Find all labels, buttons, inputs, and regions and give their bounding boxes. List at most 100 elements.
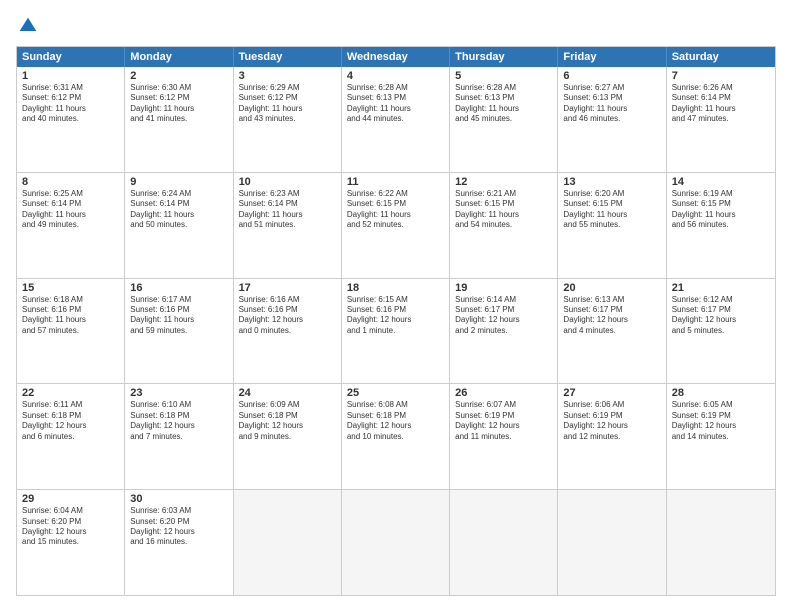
cell-line-3: and 16 minutes. <box>130 537 227 547</box>
cell-line-0: Sunrise: 6:19 AM <box>672 189 770 199</box>
cell-line-3: and 5 minutes. <box>672 326 770 336</box>
cell-line-3: and 44 minutes. <box>347 114 444 124</box>
cell-line-1: Sunset: 6:13 PM <box>563 93 660 103</box>
weekday-header-wednesday: Wednesday <box>342 47 450 67</box>
calendar-empty-cell <box>558 490 666 595</box>
cell-line-3: and 6 minutes. <box>22 432 119 442</box>
day-number: 10 <box>239 176 336 188</box>
cell-line-1: Sunset: 6:19 PM <box>455 411 552 421</box>
cell-line-1: Sunset: 6:18 PM <box>239 411 336 421</box>
day-number: 19 <box>455 282 552 294</box>
cell-line-1: Sunset: 6:18 PM <box>22 411 119 421</box>
cell-line-1: Sunset: 6:18 PM <box>347 411 444 421</box>
cell-line-1: Sunset: 6:13 PM <box>455 93 552 103</box>
cell-line-3: and 2 minutes. <box>455 326 552 336</box>
cell-line-0: Sunrise: 6:16 AM <box>239 295 336 305</box>
cell-line-0: Sunrise: 6:04 AM <box>22 506 119 516</box>
cell-line-2: Daylight: 11 hours <box>22 104 119 114</box>
cell-line-3: and 7 minutes. <box>130 432 227 442</box>
cell-line-1: Sunset: 6:15 PM <box>347 199 444 209</box>
cell-line-1: Sunset: 6:18 PM <box>130 411 227 421</box>
calendar-empty-cell <box>342 490 450 595</box>
calendar-day-9: 9Sunrise: 6:24 AMSunset: 6:14 PMDaylight… <box>125 173 233 278</box>
day-number: 22 <box>22 387 119 399</box>
cell-line-2: Daylight: 11 hours <box>130 315 227 325</box>
cell-line-0: Sunrise: 6:07 AM <box>455 400 552 410</box>
cell-line-1: Sunset: 6:15 PM <box>455 199 552 209</box>
calendar-day-7: 7Sunrise: 6:26 AMSunset: 6:14 PMDaylight… <box>667 67 775 172</box>
cell-line-2: Daylight: 11 hours <box>347 210 444 220</box>
cell-line-1: Sunset: 6:14 PM <box>22 199 119 209</box>
calendar-day-15: 15Sunrise: 6:18 AMSunset: 6:16 PMDayligh… <box>17 279 125 384</box>
calendar-day-26: 26Sunrise: 6:07 AMSunset: 6:19 PMDayligh… <box>450 384 558 489</box>
calendar-day-29: 29Sunrise: 6:04 AMSunset: 6:20 PMDayligh… <box>17 490 125 595</box>
weekday-header-saturday: Saturday <box>667 47 775 67</box>
cell-line-0: Sunrise: 6:30 AM <box>130 83 227 93</box>
calendar: SundayMondayTuesdayWednesdayThursdayFrid… <box>16 46 776 596</box>
cell-line-3: and 51 minutes. <box>239 220 336 230</box>
calendar-day-2: 2Sunrise: 6:30 AMSunset: 6:12 PMDaylight… <box>125 67 233 172</box>
calendar-day-21: 21Sunrise: 6:12 AMSunset: 6:17 PMDayligh… <box>667 279 775 384</box>
calendar-day-22: 22Sunrise: 6:11 AMSunset: 6:18 PMDayligh… <box>17 384 125 489</box>
cell-line-0: Sunrise: 6:13 AM <box>563 295 660 305</box>
cell-line-2: Daylight: 11 hours <box>455 210 552 220</box>
cell-line-0: Sunrise: 6:03 AM <box>130 506 227 516</box>
calendar-day-25: 25Sunrise: 6:08 AMSunset: 6:18 PMDayligh… <box>342 384 450 489</box>
logo-icon <box>18 16 38 36</box>
cell-line-1: Sunset: 6:20 PM <box>130 517 227 527</box>
weekday-header-monday: Monday <box>125 47 233 67</box>
cell-line-0: Sunrise: 6:12 AM <box>672 295 770 305</box>
cell-line-1: Sunset: 6:12 PM <box>239 93 336 103</box>
day-number: 11 <box>347 176 444 188</box>
cell-line-3: and 10 minutes. <box>347 432 444 442</box>
cell-line-0: Sunrise: 6:09 AM <box>239 400 336 410</box>
cell-line-3: and 50 minutes. <box>130 220 227 230</box>
cell-line-0: Sunrise: 6:22 AM <box>347 189 444 199</box>
cell-line-2: Daylight: 11 hours <box>672 210 770 220</box>
day-number: 29 <box>22 493 119 505</box>
cell-line-2: Daylight: 11 hours <box>455 104 552 114</box>
cell-line-2: Daylight: 11 hours <box>130 210 227 220</box>
weekday-header-thursday: Thursday <box>450 47 558 67</box>
cell-line-3: and 46 minutes. <box>563 114 660 124</box>
day-number: 17 <box>239 282 336 294</box>
calendar-row-4: 22Sunrise: 6:11 AMSunset: 6:18 PMDayligh… <box>17 383 775 489</box>
cell-line-2: Daylight: 11 hours <box>239 104 336 114</box>
cell-line-2: Daylight: 12 hours <box>239 315 336 325</box>
calendar-day-4: 4Sunrise: 6:28 AMSunset: 6:13 PMDaylight… <box>342 67 450 172</box>
cell-line-2: Daylight: 11 hours <box>563 104 660 114</box>
cell-line-0: Sunrise: 6:25 AM <box>22 189 119 199</box>
day-number: 6 <box>563 70 660 82</box>
cell-line-3: and 49 minutes. <box>22 220 119 230</box>
day-number: 25 <box>347 387 444 399</box>
cell-line-0: Sunrise: 6:06 AM <box>563 400 660 410</box>
day-number: 12 <box>455 176 552 188</box>
cell-line-0: Sunrise: 6:08 AM <box>347 400 444 410</box>
cell-line-1: Sunset: 6:17 PM <box>455 305 552 315</box>
calendar-day-17: 17Sunrise: 6:16 AMSunset: 6:16 PMDayligh… <box>234 279 342 384</box>
cell-line-1: Sunset: 6:19 PM <box>672 411 770 421</box>
cell-line-2: Daylight: 12 hours <box>130 527 227 537</box>
day-number: 13 <box>563 176 660 188</box>
cell-line-2: Daylight: 12 hours <box>672 421 770 431</box>
day-number: 3 <box>239 70 336 82</box>
cell-line-2: Daylight: 12 hours <box>672 315 770 325</box>
day-number: 1 <box>22 70 119 82</box>
cell-line-2: Daylight: 11 hours <box>239 210 336 220</box>
day-number: 4 <box>347 70 444 82</box>
day-number: 5 <box>455 70 552 82</box>
calendar-day-6: 6Sunrise: 6:27 AMSunset: 6:13 PMDaylight… <box>558 67 666 172</box>
cell-line-2: Daylight: 12 hours <box>455 421 552 431</box>
cell-line-3: and 56 minutes. <box>672 220 770 230</box>
day-number: 26 <box>455 387 552 399</box>
cell-line-1: Sunset: 6:12 PM <box>22 93 119 103</box>
calendar-day-27: 27Sunrise: 6:06 AMSunset: 6:19 PMDayligh… <box>558 384 666 489</box>
day-number: 9 <box>130 176 227 188</box>
cell-line-2: Daylight: 12 hours <box>347 421 444 431</box>
cell-line-3: and 43 minutes. <box>239 114 336 124</box>
cell-line-2: Daylight: 12 hours <box>239 421 336 431</box>
cell-line-3: and 45 minutes. <box>455 114 552 124</box>
cell-line-2: Daylight: 12 hours <box>563 315 660 325</box>
cell-line-2: Daylight: 11 hours <box>130 104 227 114</box>
cell-line-0: Sunrise: 6:31 AM <box>22 83 119 93</box>
